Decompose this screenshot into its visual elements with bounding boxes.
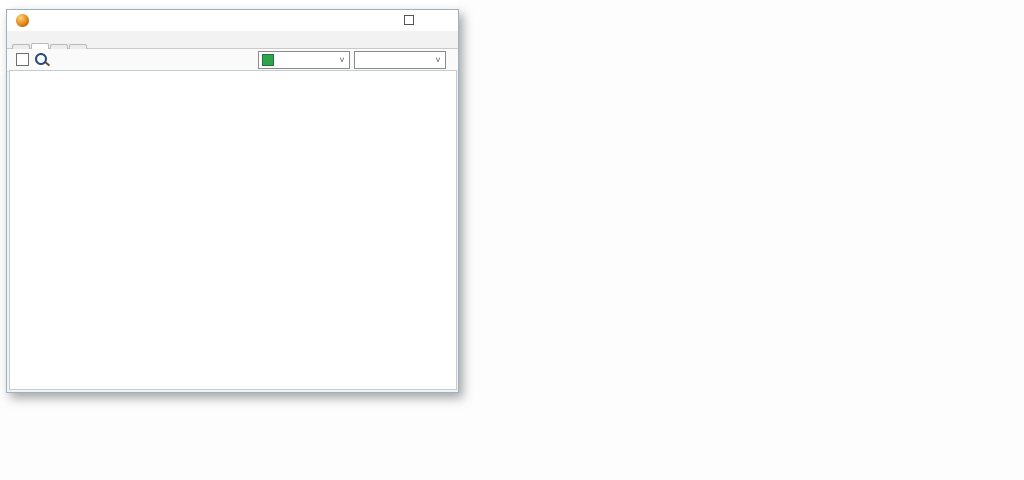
track-properties-window: ˅ ˅ xyxy=(6,9,459,393)
secondary-select[interactable]: ˅ xyxy=(354,51,446,69)
app-icon xyxy=(16,14,29,27)
elevation-profile-chart[interactable] xyxy=(10,71,454,387)
series-select[interactable]: ˅ xyxy=(258,51,350,69)
magnifier-icon xyxy=(35,53,47,65)
elevation-profile-panel xyxy=(9,70,457,390)
desktop: { "background_window": { "partial_title"… xyxy=(0,0,1024,480)
maximize-icon xyxy=(404,15,414,25)
chevron-down-icon: ˅ xyxy=(431,55,445,65)
close-button[interactable] xyxy=(425,10,458,31)
window-titlebar[interactable] xyxy=(7,10,458,31)
maximize-button[interactable] xyxy=(392,10,425,31)
series-color-swatch xyxy=(262,54,274,66)
tab-grafico[interactable] xyxy=(31,43,49,49)
tab-bar xyxy=(7,31,458,49)
background-window-title xyxy=(0,0,458,9)
minimize-button[interactable] xyxy=(359,10,392,31)
zoom-checkbox[interactable] xyxy=(16,53,29,66)
chart-toolbar: ˅ ˅ xyxy=(7,49,458,72)
chevron-down-icon: ˅ xyxy=(335,55,349,65)
